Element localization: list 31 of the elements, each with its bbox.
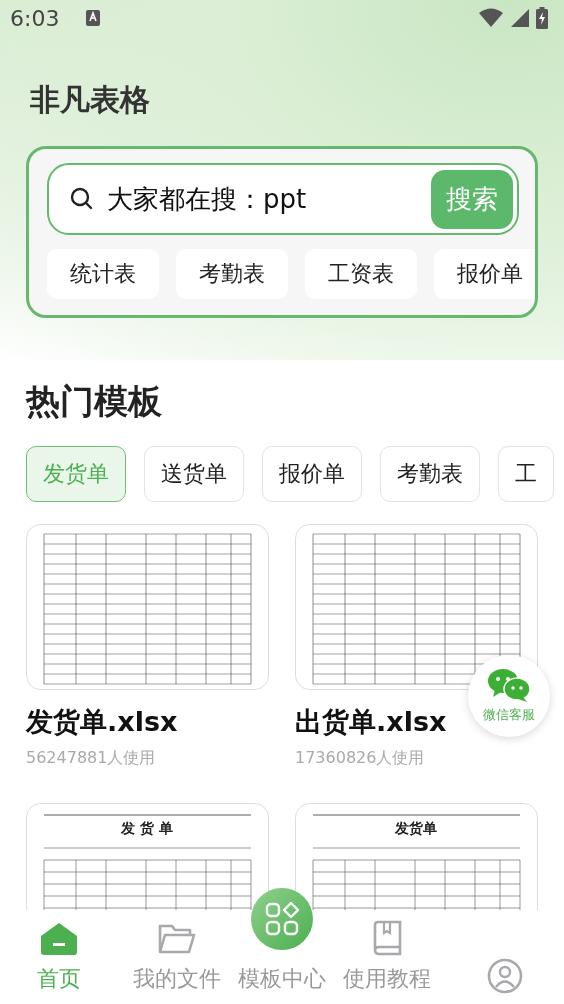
status-time: 6:03 (10, 5, 60, 31)
keyboard-notification-icon (85, 9, 102, 27)
home-icon (40, 922, 78, 956)
preview-title: 发 货 单 (121, 820, 173, 836)
search-icon (69, 186, 95, 212)
template-name: 发货单.xlsx (26, 705, 178, 739)
category-tab[interactable]: 送货单 (144, 446, 244, 502)
quick-tag[interactable]: 考勤表 (176, 249, 288, 299)
category-tab[interactable]: 报价单 (262, 446, 362, 502)
category-tab[interactable]: 工 (498, 446, 554, 502)
folder-icon (158, 922, 196, 956)
spreadsheet-preview[interactable]: 发 货 单 (26, 803, 269, 910)
chat-bubbles-icon (487, 668, 531, 702)
battery-icon (536, 7, 548, 29)
quick-tag[interactable]: 报价单 (434, 249, 535, 299)
spreadsheet-preview[interactable] (26, 524, 269, 690)
signal-icon (510, 8, 530, 28)
preview-title: 发货单 (395, 820, 437, 836)
category-tab[interactable]: 考勤表 (380, 446, 480, 502)
quick-tag[interactable]: 工资表 (305, 249, 417, 299)
usage-count: 17360826人使用 (295, 748, 426, 769)
user-icon (487, 958, 523, 994)
usage-count: 56247881人使用 (26, 748, 157, 769)
book-icon (371, 920, 403, 956)
spreadsheet-preview[interactable] (295, 524, 538, 690)
wifi-icon (478, 8, 504, 28)
app-title: 非凡表格 (30, 81, 151, 119)
section-title: 热门模板 (26, 380, 163, 423)
template-name: 出货单.xlsx (295, 705, 447, 739)
quick-tag[interactable]: 统计表 (47, 249, 159, 299)
spreadsheet-preview[interactable]: 发货单 (295, 803, 538, 910)
